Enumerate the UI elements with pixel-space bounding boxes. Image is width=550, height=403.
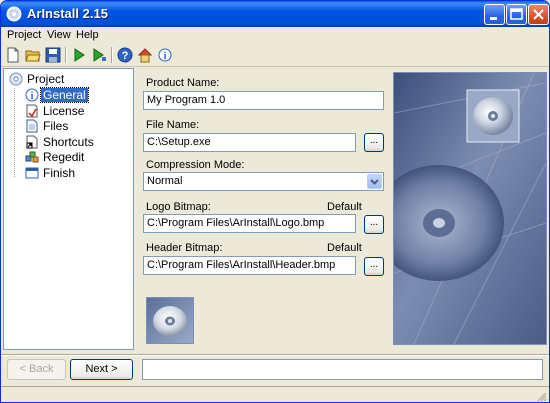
project-tree[interactable]: Project i General License Files Shortcut… [3,68,134,350]
compression-value: Normal [147,175,183,187]
status-message-box [142,359,543,380]
tree-item-label: Project [27,72,65,86]
finish-icon [25,167,39,179]
svg-text:i: i [164,51,167,62]
menu-help[interactable]: Help [76,29,99,41]
tree-item-label: Finish [43,166,76,180]
maximize-button[interactable] [506,4,527,25]
divider [1,354,549,356]
license-icon [26,104,38,118]
compression-label: Compression Mode: [146,159,245,171]
toolbar: ? i [1,44,549,67]
svg-text:?: ? [122,50,129,62]
maximize-icon [510,8,523,20]
home-icon[interactable] [137,47,153,63]
header-default-label: Default [327,242,362,254]
header-preview-image [393,72,547,345]
close-button[interactable] [528,4,549,25]
run-icon[interactable] [91,47,107,63]
chevron-down-icon [370,179,379,185]
new-icon[interactable] [5,47,21,63]
main-window: ArInstall 2.15 Project View Help ? i Pro… [0,0,550,403]
shortcut-icon [26,135,38,149]
svg-text:i: i [31,91,34,102]
toolbar-separator [111,47,113,63]
toolbar-separator [65,47,67,63]
file-name-browse-button[interactable]: ... [364,133,384,152]
logo-bitmap-browse-button[interactable]: ... [364,215,384,234]
header-bitmap-label: Header Bitmap: [146,242,223,254]
tree-item-label: General [40,87,89,103]
menu-view[interactable]: View [47,29,71,41]
info-icon: i [25,88,39,102]
back-button[interactable]: < Back [7,359,66,380]
logo-preview-image [146,297,194,344]
close-icon [533,9,544,20]
save-icon[interactable] [45,47,61,63]
tree-item-label: Shortcuts [43,135,94,149]
tree-connector-lines [14,88,25,177]
cd-disc-icon [147,298,193,343]
minimize-icon [490,17,497,20]
files-icon [26,119,38,133]
window-title: ArInstall 2.15 [27,6,108,21]
tree-item-label: Files [43,119,69,133]
compression-select[interactable]: Normal [143,172,384,191]
title-bar[interactable]: ArInstall 2.15 [1,1,549,27]
file-name-label: File Name: [146,119,200,131]
app-disc-icon[interactable] [6,6,22,22]
menu-bar: Project View Help [1,27,549,44]
registry-icon [25,151,39,163]
file-name-input[interactable]: C:\Setup.exe [143,133,356,152]
project-icon [9,72,23,86]
dropdown-arrow[interactable] [367,174,382,189]
status-bar [1,386,549,402]
menu-project[interactable]: Project [7,29,41,41]
open-icon[interactable] [25,47,41,63]
logo-default-label: Default [327,201,362,213]
tree-item-label: License [43,104,85,118]
minimize-button[interactable] [484,4,505,25]
logo-bitmap-input[interactable]: C:\Program Files\ArInstall\Logo.bmp [143,214,356,233]
header-bitmap-browse-button[interactable]: ... [364,257,384,276]
tree-item-label: Regedit [43,150,85,164]
resize-grip-icon[interactable] [536,391,547,402]
next-button[interactable]: Next > [70,359,133,380]
logo-bitmap-label: Logo Bitmap: [146,201,211,213]
header-bitmap-input[interactable]: C:\Program Files\ArInstall\Header.bmp [143,256,356,275]
about-icon[interactable]: i [157,47,173,63]
cd-artwork-icon [394,73,546,344]
product-name-input[interactable]: My Program 1.0 [143,91,384,110]
product-name-label: Product Name: [146,77,220,89]
build-icon[interactable] [71,47,87,63]
help-icon[interactable]: ? [117,47,133,63]
